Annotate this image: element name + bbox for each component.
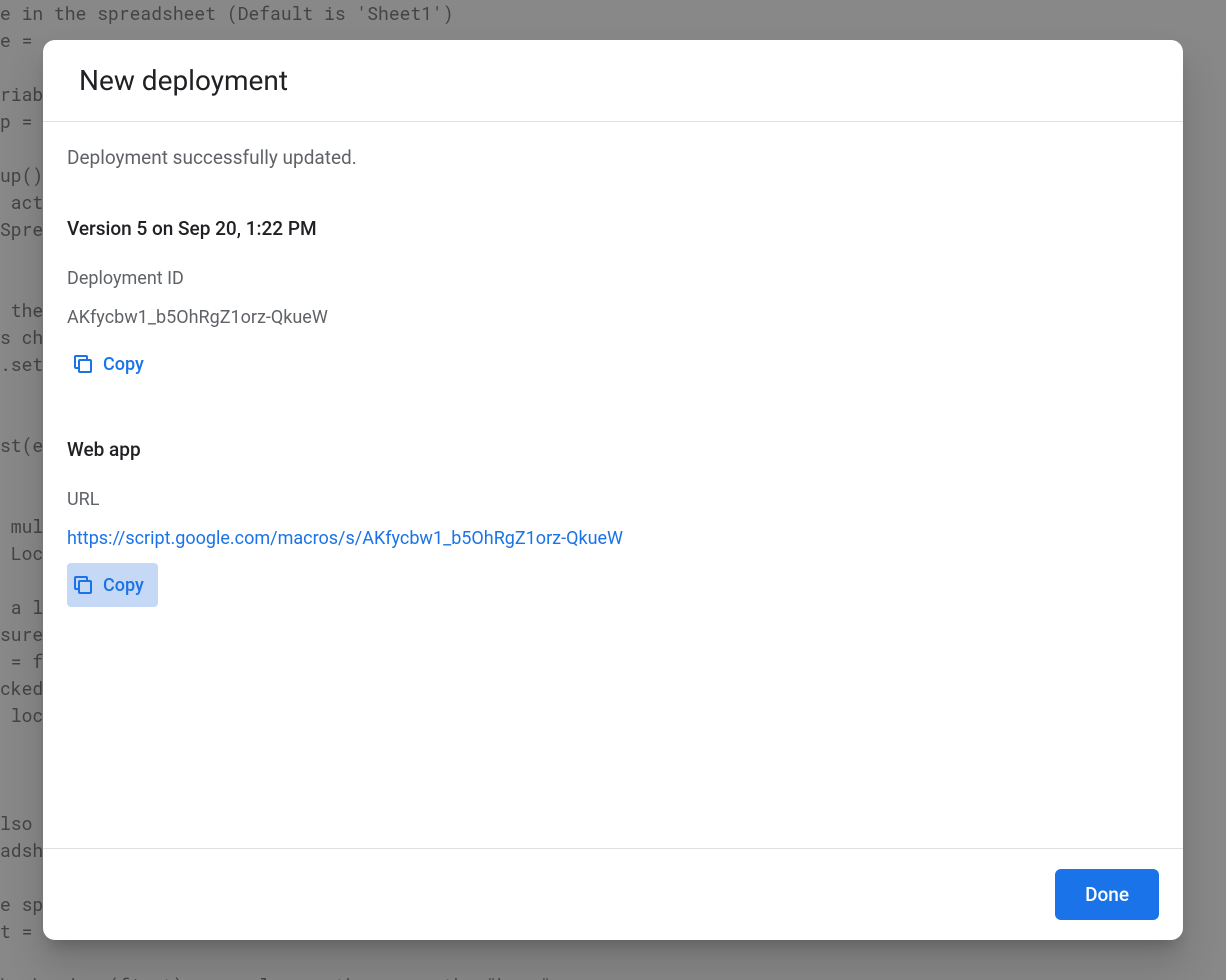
- copy-deployment-id-button[interactable]: Copy: [67, 342, 158, 386]
- copy-icon: [71, 352, 95, 376]
- status-message: Deployment successfully updated.: [67, 146, 1159, 169]
- webapp-url-label: URL: [67, 489, 1159, 510]
- modal-footer: Done: [43, 848, 1183, 940]
- done-button[interactable]: Done: [1055, 869, 1159, 920]
- deployment-modal: New deployment Deployment successfully u…: [43, 40, 1183, 940]
- copy-webapp-url-label: Copy: [103, 575, 144, 596]
- copy-icon: [71, 573, 95, 597]
- copy-deployment-id-label: Copy: [103, 354, 144, 375]
- copy-webapp-url-button[interactable]: Copy: [67, 563, 158, 607]
- version-section: Version 5 on Sep 20, 1:22 PM Deployment …: [67, 217, 1159, 386]
- modal-overlay: New deployment Deployment successfully u…: [0, 0, 1226, 980]
- modal-header: New deployment: [43, 40, 1183, 122]
- modal-title: New deployment: [79, 64, 1159, 97]
- version-heading: Version 5 on Sep 20, 1:22 PM: [67, 217, 1159, 240]
- deployment-id-label: Deployment ID: [67, 268, 1159, 289]
- webapp-heading: Web app: [67, 438, 1159, 461]
- modal-body: Deployment successfully updated. Version…: [43, 122, 1183, 848]
- webapp-section: Web app URL https://script.google.com/ma…: [67, 438, 1159, 607]
- webapp-url-link[interactable]: https://script.google.com/macros/s/AKfyc…: [67, 528, 1159, 549]
- deployment-id-value: AKfycbw1_b5OhRgZ1orz-QkueW: [67, 307, 1159, 328]
